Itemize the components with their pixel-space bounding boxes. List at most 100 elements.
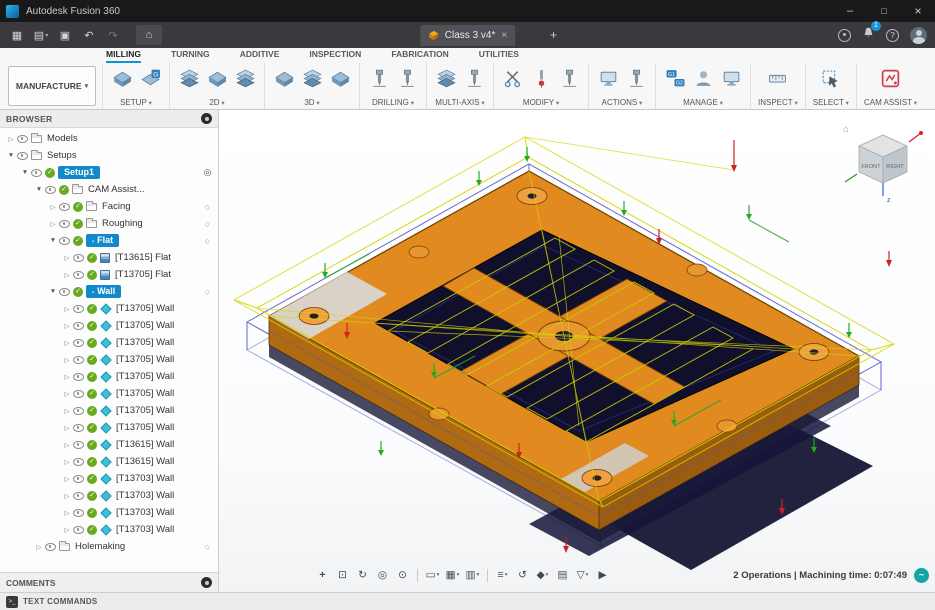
comments-bar[interactable]: COMMENTS xyxy=(0,572,219,592)
regenerate-icon[interactable]: ↺ xyxy=(514,567,531,583)
node-label[interactable]: [T13615] Wall xyxy=(116,439,174,450)
node-label[interactable]: Holemaking xyxy=(75,541,125,552)
tree-row[interactable]: [T13705] Wall xyxy=(0,334,218,351)
2d-contour-icon[interactable] xyxy=(233,66,257,91)
node-label[interactable]: [T13703] Wall xyxy=(116,507,174,518)
new-tab-button[interactable] xyxy=(546,28,562,44)
job-status-icon[interactable] xyxy=(838,29,851,42)
setup-gcode-icon[interactable] xyxy=(138,66,162,91)
group-2d-label[interactable]: 2D xyxy=(209,98,224,107)
group-multi-axis-label[interactable]: MULTI-AXIS xyxy=(435,98,484,107)
expand-arrow-icon[interactable] xyxy=(62,254,72,262)
viewport-canvas[interactable]: ⌂ FRONT RIGHT z + ⊡ ↻ ◎ ⊙ ▭▾ ▦▾ ▥▾ ≡▾ ↺ xyxy=(219,110,935,592)
grid-and-snaps-icon[interactable]: ▦▾ xyxy=(444,567,461,583)
expand-arrow-icon[interactable] xyxy=(62,509,72,517)
group-select-label[interactable]: SELECT xyxy=(813,98,849,107)
toolpath-filter-icon[interactable]: ▽▾ xyxy=(574,567,591,583)
visibility-eye-icon[interactable] xyxy=(72,508,85,517)
tree-row[interactable]: Holemaking xyxy=(0,538,218,555)
expand-arrow-icon[interactable] xyxy=(62,458,72,466)
3d-contour-icon[interactable] xyxy=(328,66,352,91)
visibility-eye-icon[interactable] xyxy=(16,134,29,143)
group-setup-label[interactable]: SETUP xyxy=(120,98,152,107)
node-label[interactable]: [T13705] Wall xyxy=(116,354,174,365)
pan-icon[interactable]: + xyxy=(314,567,331,583)
tree-row[interactable]: [T13703] Wall xyxy=(0,470,218,487)
node-label[interactable]: [T13703] Wall xyxy=(116,490,174,501)
document-tab-close-icon[interactable]: × xyxy=(501,30,507,41)
tab-inspection[interactable]: INSPECTION xyxy=(309,49,361,63)
cam-assist-icon[interactable] xyxy=(879,66,903,91)
select-icon[interactable] xyxy=(819,66,843,91)
expand-arrow-icon[interactable] xyxy=(48,203,58,211)
expand-arrow-icon[interactable] xyxy=(62,271,72,279)
expand-arrow-icon[interactable] xyxy=(62,407,72,415)
expand-arrow-icon[interactable] xyxy=(62,390,72,398)
tab-additive[interactable]: ADDITIVE xyxy=(240,49,280,63)
tree-row[interactable]: [T13615] Wall xyxy=(0,436,218,453)
operation-group-chip[interactable]: Flat xyxy=(86,234,119,247)
measure-icon[interactable] xyxy=(766,66,790,91)
display-settings-icon[interactable]: ▭▾ xyxy=(424,567,441,583)
node-label[interactable]: [T13615] Wall xyxy=(116,456,174,467)
group-3d-label[interactable]: 3D xyxy=(304,98,319,107)
simulate-play-icon[interactable]: ▶ xyxy=(594,567,611,583)
node-label[interactable]: [T13705] Wall xyxy=(116,320,174,331)
operation-group-chip[interactable]: Setup1 xyxy=(58,166,100,179)
drill-icon[interactable] xyxy=(367,66,391,91)
expand-arrow-icon[interactable] xyxy=(62,441,72,449)
group-actions-label[interactable]: ACTIONS xyxy=(602,98,643,107)
tree-row[interactable]: [T13705] Wall xyxy=(0,368,218,385)
look-at-icon[interactable]: ◎ xyxy=(374,567,391,583)
machine-library-icon[interactable] xyxy=(719,66,743,91)
expand-arrow-icon[interactable] xyxy=(34,543,44,551)
expand-arrow-icon[interactable] xyxy=(6,135,16,143)
tree-row[interactable]: [T13705] Wall xyxy=(0,351,218,368)
tree-row[interactable]: Setup1 xyxy=(0,164,218,181)
visibility-eye-icon[interactable] xyxy=(44,542,57,551)
node-label[interactable]: [T13705] Flat xyxy=(115,269,171,280)
close-button[interactable] xyxy=(901,0,935,22)
tree-row[interactable]: [T13705] Wall xyxy=(0,419,218,436)
visibility-eye-icon[interactable] xyxy=(72,270,85,279)
visibility-eye-icon[interactable] xyxy=(72,321,85,330)
data-panel-grid-icon[interactable]: ▦ xyxy=(6,25,28,45)
expand-arrow-icon[interactable] xyxy=(62,356,72,364)
node-label[interactable]: [T13615] Flat xyxy=(115,252,171,263)
visibility-eye-icon[interactable] xyxy=(58,287,71,296)
tree-row[interactable]: Setups xyxy=(0,147,218,164)
group-cam-assist-label[interactable]: CAM ASSIST xyxy=(864,98,917,107)
zoom-icon[interactable]: ⊙ xyxy=(394,567,411,583)
tree-row[interactable]: Flat xyxy=(0,232,218,249)
workspace-selector-button[interactable]: MANUFACTURE xyxy=(8,66,96,106)
node-label[interactable]: [T13705] Wall xyxy=(116,405,174,416)
orbit-icon[interactable]: ↻ xyxy=(354,567,371,583)
simulate-icon[interactable] xyxy=(596,66,620,91)
undo-button[interactable]: ↶ xyxy=(78,25,100,45)
tab-fabrication[interactable]: FABRICATION xyxy=(391,49,448,63)
expand-arrow-icon[interactable] xyxy=(48,237,58,244)
tree-row[interactable]: [T13705] Wall xyxy=(0,385,218,402)
expand-arrow-icon[interactable] xyxy=(6,152,16,159)
tree-row[interactable]: [T13705] Wall xyxy=(0,317,218,334)
assistant-feedback-icon[interactable] xyxy=(914,568,929,583)
multi-axis-contour-icon[interactable] xyxy=(462,66,486,91)
trim-toolpath-icon[interactable] xyxy=(501,66,525,91)
visibility-eye-icon[interactable] xyxy=(72,423,85,432)
expand-arrow-icon[interactable] xyxy=(62,492,72,500)
tree-row[interactable]: [T13703] Wall xyxy=(0,487,218,504)
post-process-icon[interactable] xyxy=(624,66,648,91)
2d-pocket-icon[interactable] xyxy=(205,66,229,91)
tree-row[interactable]: [T13705] Wall xyxy=(0,402,218,419)
tab-turning[interactable]: TURNING xyxy=(171,49,210,63)
visibility-eye-icon[interactable] xyxy=(72,338,85,347)
tree-row[interactable]: [T13705] Wall xyxy=(0,300,218,317)
node-label[interactable]: [T13705] Wall xyxy=(116,337,174,348)
new-setup-icon[interactable] xyxy=(110,66,134,91)
save-button[interactable]: ▣ xyxy=(54,25,76,45)
tree-row[interactable]: [T13703] Wall xyxy=(0,504,218,521)
visibility-eye-icon[interactable] xyxy=(72,457,85,466)
redo-button[interactable]: ↷ xyxy=(102,25,124,45)
visibility-eye-icon[interactable] xyxy=(58,219,71,228)
visibility-eye-icon[interactable] xyxy=(72,304,85,313)
